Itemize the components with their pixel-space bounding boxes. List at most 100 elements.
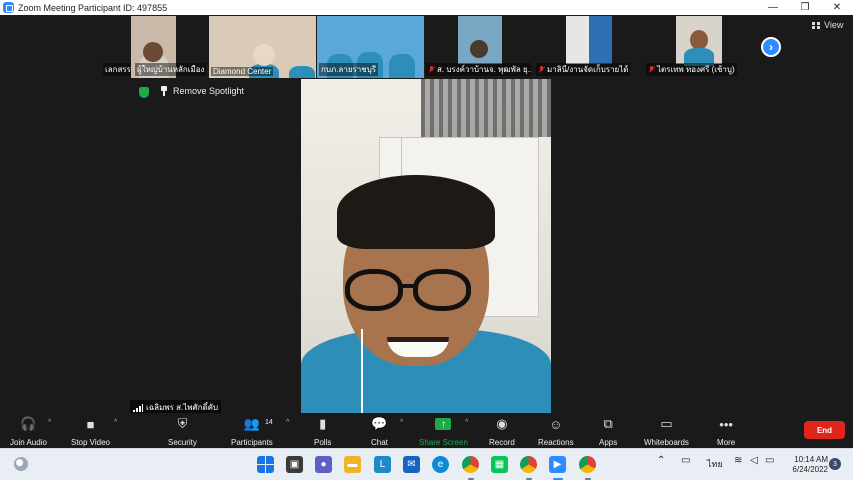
teams-chat-icon[interactable]: ● [315,456,332,473]
participant-thumbnail[interactable]: มาลินี/งานจัดเก็บรายได้ [534,16,641,78]
chat-label: Chat [371,438,388,447]
participant-thumbnail[interactable]: Diamond Center [209,16,316,78]
participant-thumbnail[interactable]: เลกสรร [101,16,131,78]
apps-icon: ⧉ [603,416,613,431]
windows-taskbar: ▣ ● ▬ L ✉ e ▦ ▶ ⌃ ▭ ไทย ≋ ◁ ▭ 10:14 AM 6… [0,448,853,480]
participant-name: ไตรเทพ ทองศรี (เช้าบู) [646,63,737,76]
edge-browser-icon[interactable]: e [432,456,449,473]
chrome-beta-icon[interactable] [579,456,596,473]
keyboard-icon[interactable]: ▭ [681,455,690,466]
smiley-icon: ☺ [549,416,563,432]
next-page-button[interactable]: › [761,37,781,57]
chat-bubble-icon: 💬 [371,416,388,431]
security-label: Security [168,438,197,447]
apps-label: Apps [599,438,618,447]
shield-icon: ⛨ [177,416,188,431]
chat-options-caret[interactable]: ^ [400,419,403,426]
join-audio-button[interactable]: 🎧 Join Audio [10,415,47,447]
video-camera-icon: ■ [86,416,95,432]
participant-thumbnail[interactable]: ผู้ใหญ่บ้านหลักเมือง [131,16,209,78]
polls-label: Polls [314,438,332,447]
line-app-icon[interactable]: ▦ [491,456,508,473]
participant-name: เลกสรร [103,63,131,76]
clock-date: 6/24/2022 [792,465,828,474]
spotlight-video [301,79,551,413]
whiteboard-icon: ▭ [660,416,673,431]
participant-thumbnail[interactable]: ส. บรงค์วาบ้านจ. พุฒพัล ยุ... [424,16,531,78]
start-menu-icon[interactable] [257,456,274,473]
muted-mic-icon [538,65,545,74]
remove-spotlight-label: Remove Spotlight [173,86,245,96]
zoom-logo-icon [3,2,14,13]
join-audio-label: Join Audio [10,438,47,447]
close-button[interactable]: ✕ [821,0,853,15]
participants-options-caret[interactable]: ^ [286,419,289,426]
stop-video-label: Stop Video [71,438,110,447]
pin-icon [160,86,168,96]
more-button[interactable]: ••• More [717,415,736,448]
record-icon: ◉ [496,416,508,431]
headphones-icon: 🎧 [20,416,37,431]
record-button[interactable]: ◉ Record [489,415,515,447]
polls-button[interactable]: ▮ Polls [314,415,331,447]
whiteboards-label: Whiteboards [644,438,689,447]
participants-count: 14 [265,419,273,426]
share-screen-button[interactable]: ↑ Share Screen [419,415,468,447]
zoom-window: Zoom Meeting Participant ID: 497855 — ❐ … [0,0,853,480]
participants-label: Participants [231,438,273,447]
show-hidden-icons-chevron-icon[interactable]: ⌃ [657,455,665,466]
volume-icon[interactable]: ◁ [750,455,758,466]
input-language[interactable]: ไทย [707,457,723,471]
restore-button[interactable]: ❐ [789,0,821,15]
minimize-button[interactable]: — [757,0,789,15]
reactions-label: Reactions [538,438,574,447]
weather-icon[interactable] [14,457,28,471]
whiteboards-button[interactable]: ▭ Whiteboards [644,415,689,447]
remove-spotlight-button[interactable]: Remove Spotlight [160,86,244,96]
reactions-button[interactable]: ☺ Reactions [538,415,574,448]
battery-icon[interactable]: ▭ [765,455,774,466]
share-screen-icon: ↑ [435,418,452,430]
mail-icon[interactable]: ✉ [403,456,420,473]
wifi-icon[interactable]: ≋ [734,455,742,466]
meeting-toolbar: 🎧 Join Audio ^ ■ Stop Video ^ ⛨ Security… [0,413,853,448]
view-button[interactable]: View [812,20,843,30]
muted-mic-icon [428,65,435,74]
task-view-icon[interactable]: ▣ [286,456,303,473]
title-bar: Zoom Meeting Participant ID: 497855 — ❐ … [0,0,853,15]
grid-view-icon [812,21,820,29]
more-label: More [717,438,736,447]
participant-thumbnail[interactable]: ไตรเทพ ทองศรี (เช้าบู) [644,16,751,78]
chrome-icon[interactable] [462,456,479,473]
more-dots-icon: ••• [719,416,733,432]
chat-button[interactable]: 💬 Chat [371,415,388,447]
clock-time: 10:14 AM [794,455,828,464]
participant-name: Diamond Center [211,67,274,76]
participant-name: ส. บรงค์วาบ้านจ. พุฒพัล ยุ... [426,63,531,76]
participant-name: มาลินี/งานจัดเก็บรายได้ [536,63,631,76]
video-options-caret[interactable]: ^ [114,419,117,426]
signal-strength-icon [133,403,143,412]
security-button[interactable]: ⛨ Security [168,415,197,447]
share-screen-label: Share Screen [419,438,468,447]
security-shield-icon [139,87,149,98]
participant-name: ผู้ใหญ่บ้านหลักเมือง [135,63,207,76]
participant-thumbnail[interactable]: กบภ.ลายราชบุรี [317,16,424,78]
record-label: Record [489,438,515,447]
letter-l-app-icon[interactable]: L [374,456,391,473]
bar-chart-icon: ▮ [319,416,327,431]
stop-video-button[interactable]: ■ Stop Video [71,415,110,448]
zoom-taskbar-icon[interactable]: ▶ [549,456,566,473]
window-controls: — ❐ ✕ [757,0,853,15]
notification-badge[interactable]: 3 [829,458,841,470]
end-meeting-button[interactable]: End [804,421,845,439]
share-options-caret[interactable]: ^ [465,419,468,426]
participant-name: กบภ.ลายราชบุรี [319,63,379,76]
window-title: Zoom Meeting Participant ID: 497855 [18,2,168,13]
view-label: View [824,20,844,30]
file-explorer-icon[interactable]: ▬ [344,456,361,473]
chrome-profile-icon[interactable] [520,456,537,473]
apps-button[interactable]: ⧉ Apps [599,415,617,447]
audio-options-caret[interactable]: ^ [48,419,51,426]
system-clock[interactable]: 10:14 AM 6/24/2022 [786,455,828,475]
